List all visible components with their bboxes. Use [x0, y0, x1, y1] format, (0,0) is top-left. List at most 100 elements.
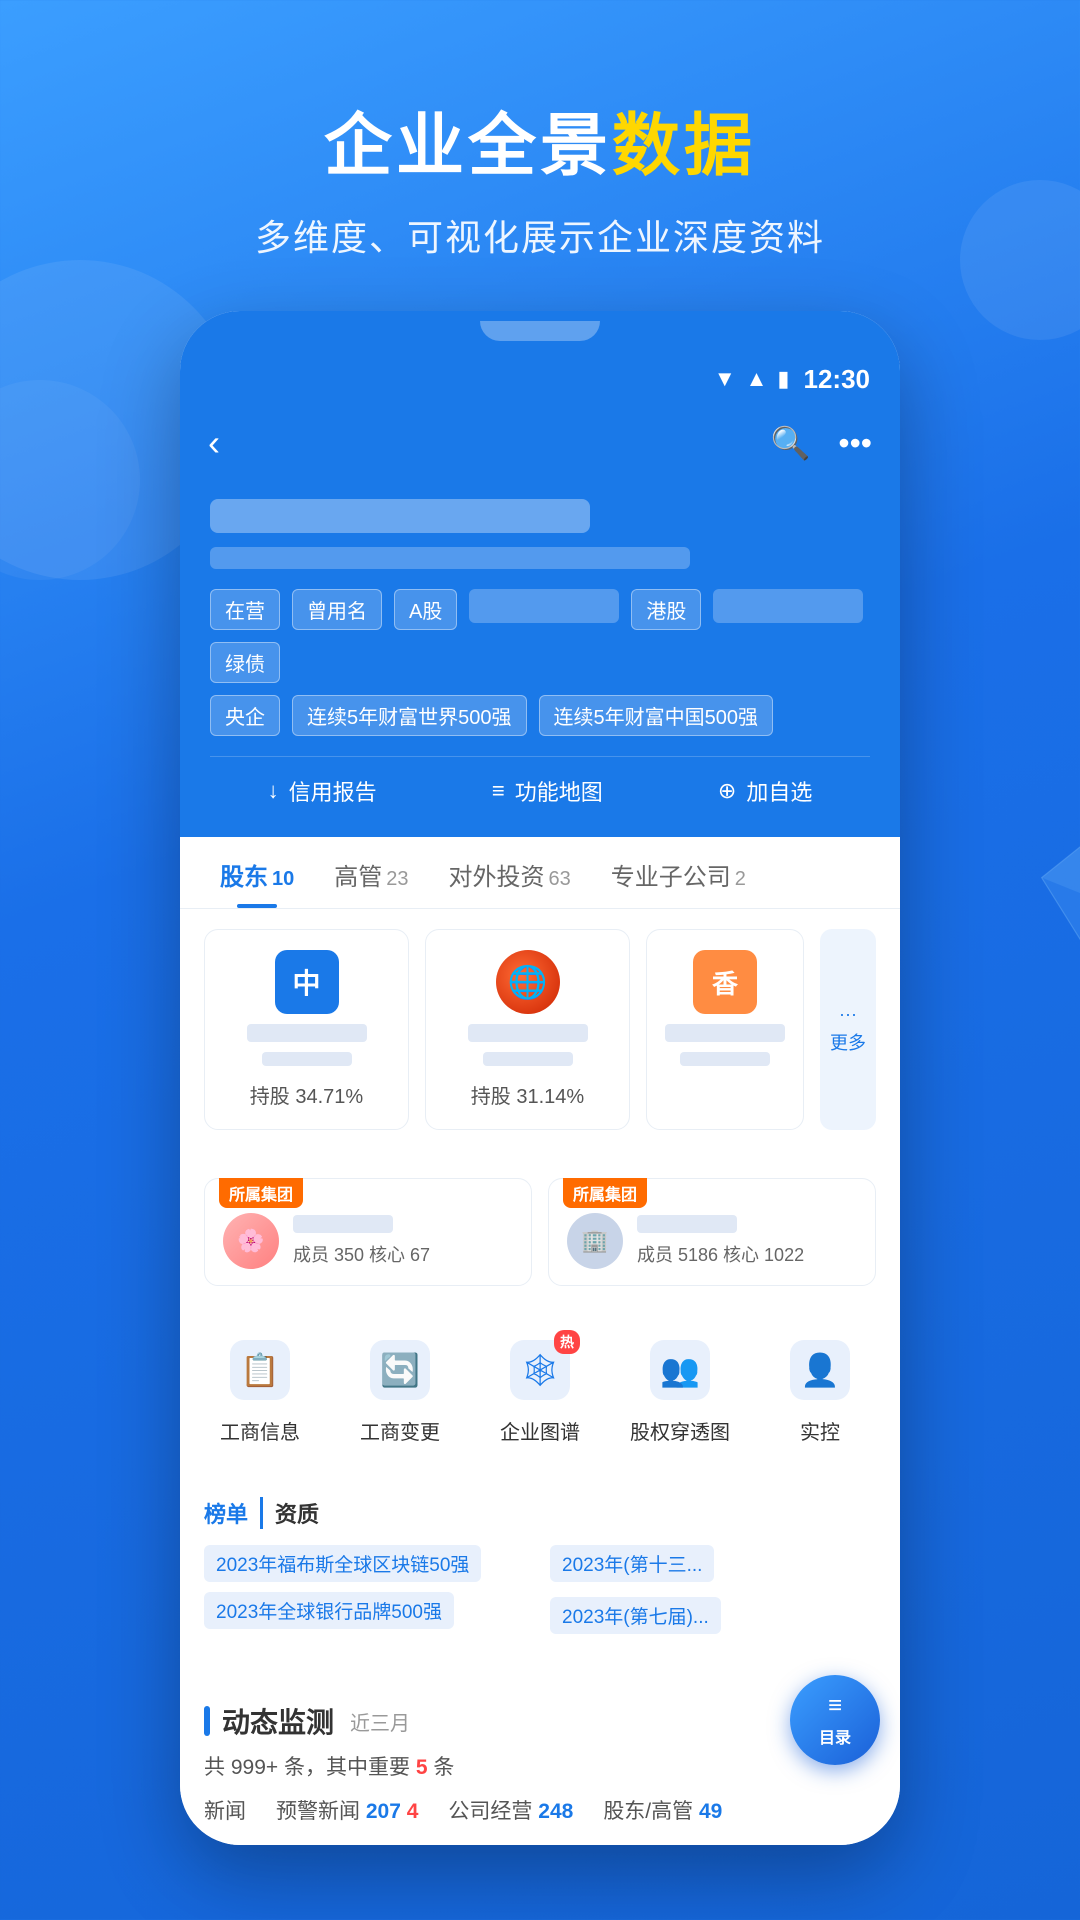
ranking-tag-2[interactable]: 2023年(第十三...: [550, 1545, 714, 1582]
diamond-decoration-1: [1040, 831, 1080, 971]
company-subinfo-blurred: [210, 547, 690, 569]
group-name-blur-1: [293, 1215, 393, 1233]
list-icon: ≡: [492, 778, 505, 804]
credit-report-btn[interactable]: ↓ 信用报告: [268, 775, 377, 807]
action-buttons: ↓ 信用报告 ≡ 功能地图 ⊕ 加自选: [210, 756, 870, 807]
ranking-tag-3[interactable]: 2023年全球银行品牌500强: [204, 1592, 454, 1629]
shareholders-section: 中 持股 34.71% 🌐 持股 31.14% 香: [180, 909, 900, 1150]
feature-icon-wrap-2: 🔄: [364, 1334, 436, 1406]
sh-name-blur-2b: [483, 1052, 573, 1066]
group-name-blur-2: [637, 1215, 737, 1233]
status-time: 12:30: [804, 364, 871, 395]
feature-icon-wrap-1: 📋: [224, 1334, 296, 1406]
group-stats-2: 成员 5186 核心 1022: [637, 1245, 804, 1265]
feature-label-3: 企业图谱: [500, 1416, 580, 1445]
group-avatar-2: 🏢: [567, 1213, 623, 1269]
feature-equity-penetration[interactable]: 👥 股权穿透图: [625, 1334, 735, 1445]
rankings-header: 榜单 资质: [204, 1497, 876, 1529]
battery-icon: ▮: [777, 366, 789, 392]
sh-name-blur-1b: [262, 1052, 352, 1066]
tag-fortune-china[interactable]: 连续5年财富中国500强: [539, 695, 774, 736]
feature-business-info[interactable]: 📋 工商信息: [205, 1334, 315, 1445]
hot-badge: 热: [554, 1330, 580, 1354]
feature-actual-control[interactable]: 👤 实控: [765, 1334, 875, 1445]
group-card-1[interactable]: 所属集团 🌸 成员 350 核心 67: [204, 1178, 532, 1286]
group-badge-2: 所属集团: [563, 1178, 647, 1208]
download-icon: ↓: [268, 778, 279, 804]
catalog-label: 目录: [819, 1724, 851, 1748]
sh-avatar-3: 香: [693, 950, 757, 1014]
tag-green-bond[interactable]: 绿债: [210, 642, 280, 683]
feature-map-btn[interactable]: ≡ 功能地图: [492, 775, 603, 807]
group-section: 所属集团 🌸 成员 350 核心 67 所属集团 🏢: [180, 1162, 900, 1302]
features-row: 📋 工商信息 🔄 工商变更 🕸 热 企业图谱: [190, 1334, 890, 1445]
tag-a-stock[interactable]: A股: [394, 589, 457, 630]
tag-hk-stock[interactable]: 港股: [631, 589, 701, 630]
sub-title: 多维度、可视化展示企业深度资料: [0, 209, 1080, 261]
stat-news: 新闻: [204, 1795, 246, 1825]
group-badge-1: 所属集团: [219, 1178, 303, 1208]
search-icon[interactable]: 🔍: [771, 424, 811, 462]
tag-blurred-1: [469, 589, 619, 623]
dynamic-summary: 共 999+ 条，其中重要 5 条: [204, 1751, 876, 1781]
tag-central-enterprise[interactable]: 央企: [210, 695, 280, 736]
feature-icon-wrap-4: 👥: [644, 1334, 716, 1406]
catalog-icon: ≡: [828, 1692, 842, 1720]
stat-operation: 公司经营 248: [448, 1795, 573, 1825]
float-catalog-button[interactable]: ≡ 目录: [790, 1675, 880, 1765]
main-title: 企业全景数据: [0, 90, 1080, 189]
sh-name-blur-1: [247, 1024, 367, 1042]
sh-more-button[interactable]: ··· 更多: [820, 929, 876, 1130]
company-header: 在营 曾用名 A股 港股 绿债 央企 连续5年财富世界500强 连续5年财富中国…: [180, 479, 900, 837]
ranking-tag-4[interactable]: 2023年(第七届)...: [550, 1597, 721, 1634]
add-watchlist-btn[interactable]: ⊕ 加自选: [718, 775, 812, 807]
more-icon[interactable]: •••: [838, 425, 872, 462]
more-label: 更多: [830, 1029, 866, 1055]
nav-bar: ‹ 🔍 •••: [180, 407, 900, 479]
tag-operating[interactable]: 在营: [210, 589, 280, 630]
actual-control-icon: 👤: [790, 1340, 850, 1400]
shareholder-card-3[interactable]: 香: [646, 929, 804, 1130]
dynamic-bar: [204, 1706, 210, 1736]
group-card-2[interactable]: 所属集团 🏢 成员 5186 核心 1022: [548, 1178, 876, 1286]
company-name-blurred: [210, 499, 590, 533]
status-icons: ▼ ▲ ▮: [714, 366, 790, 392]
group-info-2: 成员 5186 核心 1022: [637, 1215, 857, 1267]
dynamic-title: 动态监测: [222, 1701, 334, 1741]
features-section: 📋 工商信息 🔄 工商变更 🕸 热 企业图谱: [180, 1314, 900, 1465]
business-info-icon: 📋: [230, 1340, 290, 1400]
feature-company-graph[interactable]: 🕸 热 企业图谱: [485, 1334, 595, 1445]
back-button[interactable]: ‹: [208, 422, 220, 464]
equity-penetration-icon: 👥: [650, 1340, 710, 1400]
phone-notch: [480, 321, 600, 341]
tag-former-name[interactable]: 曾用名: [292, 589, 382, 630]
rankings-title-left: 榜单: [204, 1497, 263, 1529]
dynamic-stats: 新闻 预警新闻 207 4 公司经营 248 股东/高管 49: [204, 1795, 876, 1825]
dynamic-header: 动态监测 近三月: [204, 1701, 876, 1741]
rankings-content: 2023年福布斯全球区块链50强 2023年全球银行品牌500强 2023年(第…: [204, 1545, 876, 1649]
rankings-col-2: 2023年(第十三... 2023年(第七届)...: [550, 1545, 876, 1649]
tab-shareholders[interactable]: 股东10: [200, 837, 314, 908]
feature-business-change[interactable]: 🔄 工商变更: [345, 1334, 455, 1445]
nav-actions: 🔍 •••: [771, 424, 872, 462]
shareholder-card-2[interactable]: 🌐 持股 31.14%: [425, 929, 630, 1130]
rankings-title-right: 资质: [275, 1497, 319, 1529]
shareholder-card-1[interactable]: 中 持股 34.71%: [204, 929, 409, 1130]
tab-navigation: 股东10 高管23 对外投资63 专业子公司2: [180, 837, 900, 909]
shareholder-cards: 中 持股 34.71% 🌐 持股 31.14% 香: [204, 929, 876, 1130]
group-card-2-inner: 🏢 成员 5186 核心 1022: [567, 1213, 857, 1269]
important-count: 5: [416, 1756, 428, 1779]
phone-notch-area: [180, 311, 900, 351]
group-cards: 所属集团 🌸 成员 350 核心 67 所属集团 🏢: [204, 1178, 876, 1286]
tag-fortune-world[interactable]: 连续5年财富世界500强: [292, 695, 527, 736]
signal-icon: ▲: [746, 366, 768, 392]
feature-label-1: 工商信息: [220, 1416, 300, 1445]
tab-subsidiaries[interactable]: 专业子公司2: [591, 837, 766, 908]
tab-investments[interactable]: 对外投资63: [429, 837, 591, 908]
tab-executives[interactable]: 高管23: [314, 837, 428, 908]
ranking-tag-1[interactable]: 2023年福布斯全球区块链50强: [204, 1545, 481, 1582]
phone-mockup: ▼ ▲ ▮ 12:30 ‹ 🔍 ••• 在营 曾用名 A股 港股: [180, 311, 900, 1845]
more-icon: ···: [839, 1004, 857, 1025]
group-stats-1: 成员 350 核心 67: [293, 1245, 430, 1265]
group-card-1-inner: 🌸 成员 350 核心 67: [223, 1213, 513, 1269]
